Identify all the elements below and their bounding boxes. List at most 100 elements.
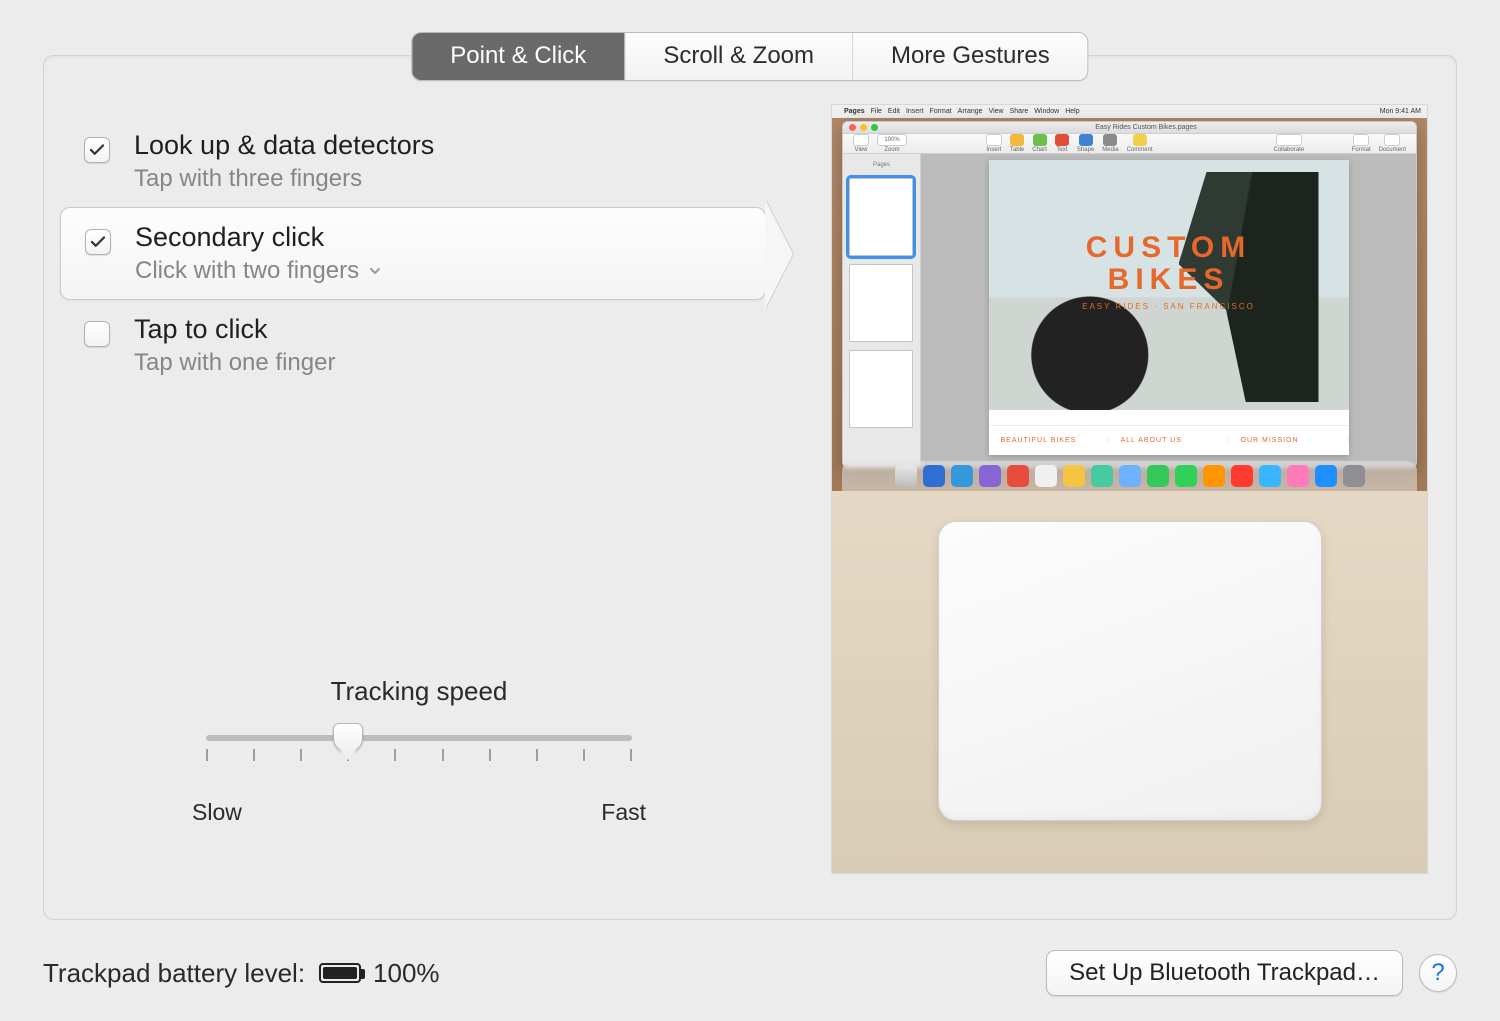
- dock-ibooks-icon: [1203, 465, 1225, 487]
- chevron-down-icon: [367, 263, 383, 279]
- option-lookup-sub: Tap with three fingers: [134, 165, 434, 193]
- tracking-speed-label: Tracking speed: [174, 676, 664, 707]
- sidebar-label: Pages: [849, 162, 914, 168]
- preview-desk: [832, 491, 1427, 873]
- menu-arrange: Arrange: [958, 108, 983, 115]
- option-secondary-click[interactable]: Secondary click Click with two fingers: [60, 207, 766, 300]
- footer-col-3: OUR MISSION: [1229, 437, 1349, 444]
- tab-scroll-zoom[interactable]: Scroll & Zoom: [625, 33, 853, 80]
- battery-icon: [319, 963, 361, 983]
- preview-menubar: Pages File Edit Insert Format Arrange Vi…: [832, 105, 1427, 118]
- preview-app-window: Easy Rides Custom Bikes.pages View 100% Z…: [842, 121, 1417, 468]
- menu-help: Help: [1065, 108, 1079, 115]
- dock-appstore-icon: [1315, 465, 1337, 487]
- option-secondary-title: Secondary click: [135, 222, 383, 253]
- tb-comment: Comment: [1127, 147, 1153, 153]
- tb-view: View: [855, 147, 868, 153]
- option-tap-to-click[interactable]: Tap to click Tap with one finger: [66, 300, 766, 391]
- battery-label: Trackpad battery level:: [43, 958, 305, 989]
- tb-insert: Insert: [986, 147, 1001, 153]
- thumb-page-3: [849, 350, 913, 428]
- check-icon: [88, 141, 106, 159]
- slider-fast-label: Fast: [601, 799, 646, 826]
- traffic-lights: [849, 124, 878, 131]
- gesture-preview: Pages File Edit Insert Format Arrange Vi…: [831, 104, 1428, 874]
- tb-shape: Shape: [1077, 147, 1094, 153]
- hero-line1: CUSTOM: [989, 232, 1349, 264]
- preview-desktop: Pages File Edit Insert Format Arrange Vi…: [832, 105, 1427, 491]
- tb-chart: Chart: [1032, 147, 1047, 153]
- menu-window: Window: [1034, 108, 1059, 115]
- thumb-page-2: [849, 264, 913, 342]
- check-icon: [89, 233, 107, 251]
- option-secondary-sub: Click with two fingers: [135, 257, 359, 285]
- tb-media: Media: [1102, 147, 1118, 153]
- preview-hero-sub: EASY RIDES · SAN FRANCISCO: [989, 302, 1349, 311]
- tb-collab: Collaborate: [1273, 147, 1304, 153]
- hero-line2: BIKES: [989, 264, 1349, 296]
- footer-row: Trackpad battery level: 100% Set Up Blue…: [43, 950, 1457, 996]
- slider-thumb[interactable]: [333, 723, 363, 753]
- dock-finder-icon: [895, 465, 917, 487]
- preview-document-page: CUSTOM BIKES EASY RIDES · SAN FRANCISCO …: [989, 160, 1349, 455]
- preview-app-name: Pages: [844, 108, 865, 115]
- tb-zoom-value: 100%: [884, 137, 899, 143]
- preview-toolbar: View 100% Zoom Insert Table Chart Text Sh…: [843, 134, 1416, 154]
- footer-col-2: ALL ABOUT US: [1109, 437, 1229, 444]
- dock-sysprefs-icon: [1343, 465, 1365, 487]
- dock-notes-icon: [1035, 465, 1057, 487]
- footer-col-1: BEAUTIFUL BIKES: [989, 437, 1109, 444]
- checkbox-lookup[interactable]: [84, 137, 110, 163]
- tb-document: Document: [1379, 147, 1406, 153]
- menu-share: Share: [1010, 108, 1029, 115]
- dock-photos-icon: [1119, 465, 1141, 487]
- dock-pages-icon: [1231, 465, 1253, 487]
- menu-file: File: [871, 108, 882, 115]
- preview-hero-title: CUSTOM BIKES: [989, 232, 1349, 295]
- preview-dock: [842, 461, 1417, 491]
- tb-format: Format: [1352, 147, 1371, 153]
- menu-insert: Insert: [906, 108, 924, 115]
- option-lookup[interactable]: Look up & data detectors Tap with three …: [66, 116, 766, 207]
- battery-value: 100%: [373, 958, 440, 989]
- tab-point-click[interactable]: Point & Click: [412, 33, 625, 80]
- tb-table: Table: [1010, 147, 1024, 153]
- option-tap-title: Tap to click: [134, 314, 335, 345]
- tb-zoom: Zoom: [884, 147, 899, 153]
- minimize-icon: [860, 124, 867, 131]
- tab-bar: Point & Click Scroll & Zoom More Gesture…: [411, 32, 1088, 81]
- settings-panel: Look up & data detectors Tap with three …: [43, 55, 1457, 920]
- dock-itunes-icon: [1287, 465, 1309, 487]
- tab-more-gestures[interactable]: More Gestures: [853, 33, 1088, 80]
- tb-text: Text: [1056, 147, 1067, 153]
- tracking-speed-slider[interactable]: [206, 725, 632, 773]
- battery-fill: [323, 967, 357, 979]
- option-tap-sub: Tap with one finger: [134, 349, 335, 377]
- setup-bluetooth-trackpad-button[interactable]: Set Up Bluetooth Trackpad…: [1046, 950, 1403, 996]
- dock-contacts-icon: [979, 465, 1001, 487]
- close-icon: [849, 124, 856, 131]
- menu-format: Format: [929, 108, 951, 115]
- preview-window-title: Easy Rides Custom Bikes.pages: [882, 124, 1410, 131]
- dock-facetime-icon: [1175, 465, 1197, 487]
- dock-safari-icon: [923, 465, 945, 487]
- menubar-clock: Mon 9:41 AM: [1380, 108, 1421, 115]
- dock-messages-icon: [1147, 465, 1169, 487]
- menu-edit: Edit: [888, 108, 900, 115]
- preview-trackpad: [938, 521, 1322, 821]
- menu-view: View: [989, 108, 1004, 115]
- dock-maps-icon: [1091, 465, 1113, 487]
- thumb-page-1: [849, 178, 913, 256]
- help-button[interactable]: ?: [1419, 954, 1457, 992]
- dock-calendar-icon: [1007, 465, 1029, 487]
- option-secondary-dropdown[interactable]: Click with two fingers: [135, 257, 383, 285]
- checkbox-tap[interactable]: [84, 321, 110, 347]
- zoom-icon: [871, 124, 878, 131]
- tracking-speed-group: Tracking speed Slow Fast: [174, 676, 664, 826]
- slider-slow-label: Slow: [192, 799, 242, 826]
- slider-ticks: [206, 749, 632, 761]
- checkbox-secondary[interactable]: [85, 229, 111, 255]
- preview-canvas: CUSTOM BIKES EASY RIDES · SAN FRANCISCO …: [921, 154, 1416, 467]
- preview-thumbnail-sidebar: Pages: [843, 154, 921, 467]
- dock-reminders-icon: [1063, 465, 1085, 487]
